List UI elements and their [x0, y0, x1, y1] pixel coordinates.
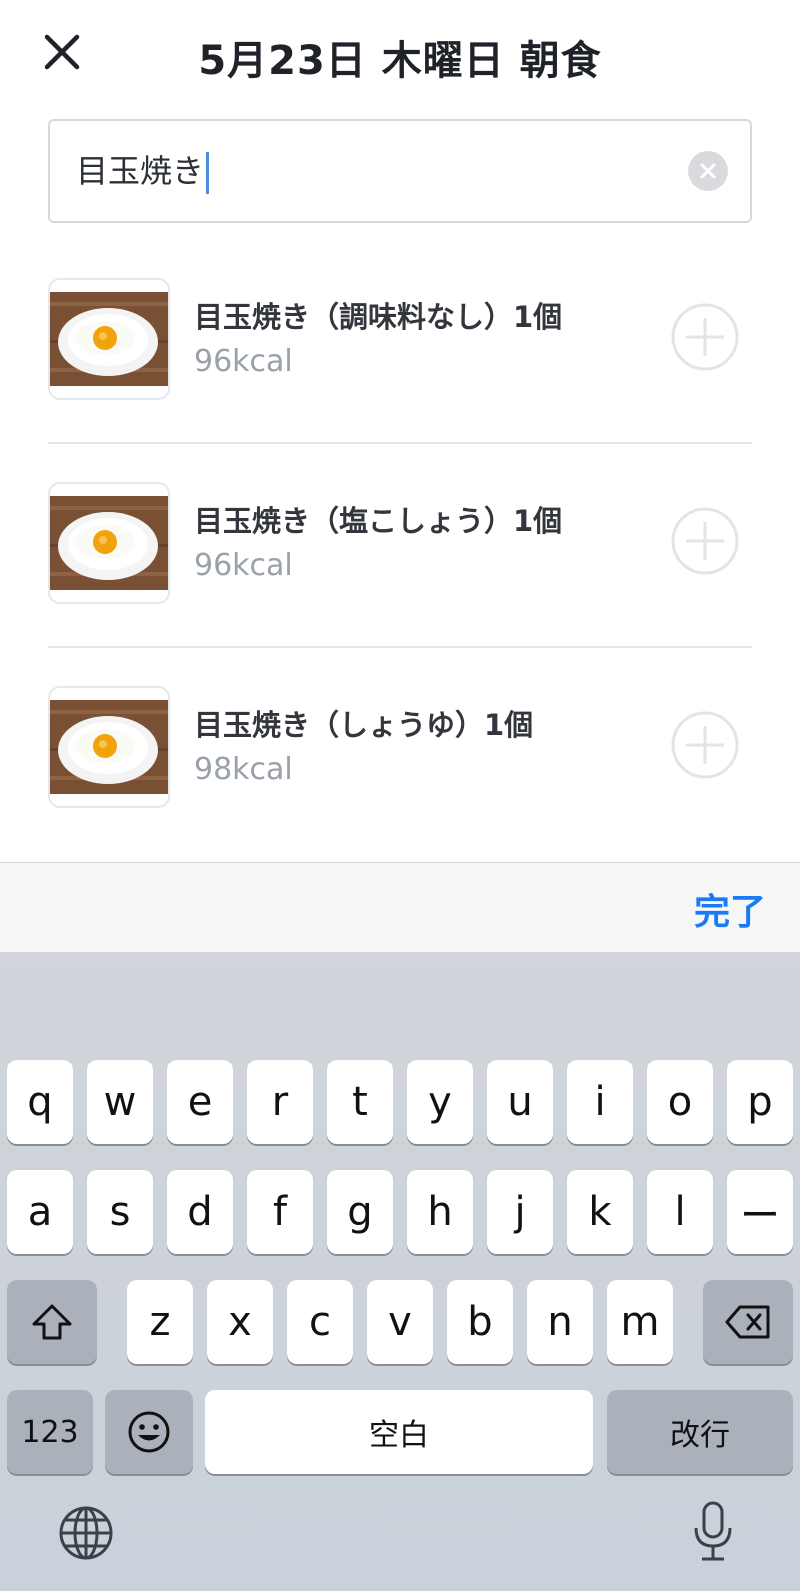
key-f[interactable]: f [247, 1170, 313, 1254]
key-w[interactable]: w [87, 1060, 153, 1144]
keyboard-toolbar: 完了 [0, 862, 800, 952]
key-d[interactable]: d [167, 1170, 233, 1254]
key-z[interactable]: z [127, 1280, 193, 1364]
key-n[interactable]: n [527, 1280, 593, 1364]
key-a[interactable]: a [7, 1170, 73, 1254]
food-name: 目玉焼き（調味料なし）1個 [194, 300, 563, 334]
plus-circle-icon[interactable] [670, 506, 740, 576]
plus-circle-icon[interactable] [670, 302, 740, 372]
key-c[interactable]: c [287, 1280, 353, 1364]
key-m[interactable]: m [607, 1280, 673, 1364]
food-calories: 96kcal [194, 344, 293, 379]
key-h[interactable]: h [407, 1170, 473, 1254]
key-k[interactable]: k [567, 1170, 633, 1254]
text-caret [206, 152, 210, 194]
plus-circle-icon[interactable] [670, 710, 740, 780]
list-item[interactable]: 目玉焼き（調味料なし）1個 96kcal [48, 240, 752, 444]
list-item[interactable]: 目玉焼き（塩こしょう）1個 96kcal [48, 444, 752, 648]
backspace-icon[interactable] [703, 1280, 793, 1364]
list-item[interactable]: 目玉焼き（しょうゆ）1個 98kcal [48, 648, 752, 852]
key-long-vowel[interactable]: ー [727, 1170, 793, 1254]
key-b[interactable]: b [447, 1280, 513, 1364]
search-input[interactable]: 目玉焼き [48, 119, 752, 223]
microphone-icon[interactable] [688, 1500, 738, 1564]
fried-egg-photo [48, 686, 170, 808]
search-results-list: 目玉焼き（調味料なし）1個 96kcal 目玉焼き（塩こしょう）1個 96kca… [48, 240, 752, 852]
space-key[interactable]: 空白 [205, 1390, 593, 1474]
food-name: 目玉焼き（しょうゆ）1個 [194, 708, 534, 742]
key-e[interactable]: e [167, 1060, 233, 1144]
globe-icon[interactable] [57, 1504, 115, 1562]
key-v[interactable]: v [367, 1280, 433, 1364]
food-calories: 98kcal [194, 752, 293, 787]
key-s[interactable]: s [87, 1170, 153, 1254]
key-l[interactable]: l [647, 1170, 713, 1254]
key-i[interactable]: i [567, 1060, 633, 1144]
emoji-icon[interactable] [105, 1390, 193, 1474]
clear-circle-icon[interactable] [688, 151, 728, 191]
food-calories: 96kcal [194, 548, 293, 583]
key-u[interactable]: u [487, 1060, 553, 1144]
key-g[interactable]: g [327, 1170, 393, 1254]
key-j[interactable]: j [487, 1170, 553, 1254]
done-button[interactable]: 完了 [694, 883, 766, 935]
fried-egg-photo [48, 278, 170, 400]
key-r[interactable]: r [247, 1060, 313, 1144]
return-key[interactable]: 改行 [607, 1390, 793, 1474]
keyboard: q w e r t y u i o p a s d f g h j k l ー … [0, 952, 800, 1591]
key-y[interactable]: y [407, 1060, 473, 1144]
header: 5月23日 木曜日 朝食 [0, 0, 800, 110]
numbers-key[interactable]: 123 [7, 1390, 93, 1474]
shift-icon[interactable] [7, 1280, 97, 1364]
key-o[interactable]: o [647, 1060, 713, 1144]
key-x[interactable]: x [207, 1280, 273, 1364]
fried-egg-photo [48, 482, 170, 604]
food-name: 目玉焼き（塩こしょう）1個 [194, 504, 563, 538]
page-title: 5月23日 木曜日 朝食 [198, 38, 602, 84]
key-q[interactable]: q [7, 1060, 73, 1144]
search-input-value: 目玉焼き [76, 152, 205, 190]
key-p[interactable]: p [727, 1060, 793, 1144]
key-t[interactable]: t [327, 1060, 393, 1144]
